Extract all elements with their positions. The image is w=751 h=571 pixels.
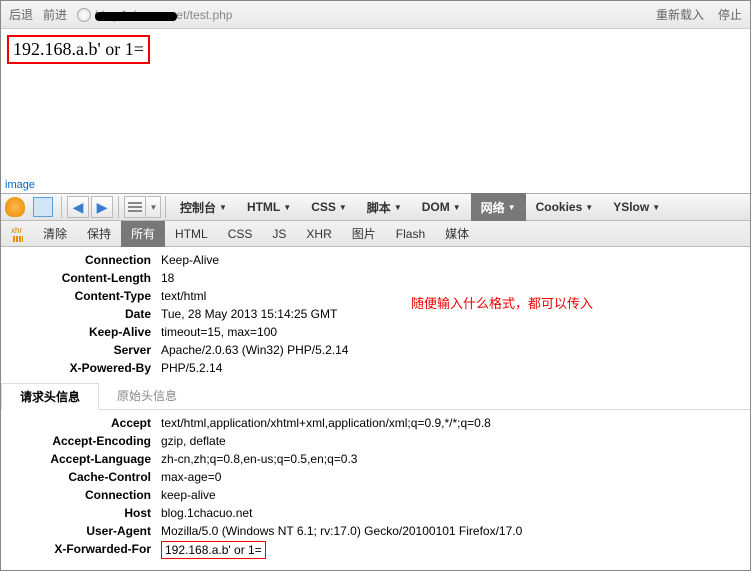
header-name: X-Forwarded-For bbox=[1, 541, 161, 559]
url-bar[interactable]: blog.1chacuo.net/test.php bbox=[77, 8, 232, 22]
inspect-icon[interactable] bbox=[33, 197, 53, 217]
header-row: Keep-Alivetimeout=15, max=100 bbox=[1, 323, 750, 341]
subtab-Flash[interactable]: Flash bbox=[386, 221, 435, 247]
header-name: Date bbox=[1, 306, 161, 322]
subtab-HTML[interactable]: HTML bbox=[165, 221, 218, 247]
header-row: ServerApache/2.0.63 (Win32) PHP/5.2.14 bbox=[1, 341, 750, 359]
tab-CSS[interactable]: CSS▼ bbox=[301, 193, 357, 221]
header-row: Content-Length18 bbox=[1, 269, 750, 287]
header-value: text/html bbox=[161, 288, 206, 304]
nav-prev-button[interactable]: ◀ bbox=[67, 196, 89, 218]
header-row: Accept-Languagezh-cn,zh;q=0.8,en-us;q=0.… bbox=[1, 450, 750, 468]
nav-next-button[interactable]: ▶ bbox=[91, 196, 113, 218]
tab-request-headers[interactable]: 请求头信息 bbox=[1, 383, 99, 410]
globe-icon bbox=[77, 8, 91, 22]
header-section-tabs: 请求头信息 原始头信息 bbox=[1, 383, 750, 410]
header-row: X-Forwarded-For192.168.a.b' or 1= bbox=[1, 540, 750, 560]
subtab-清除[interactable]: 清除 bbox=[33, 221, 77, 247]
injected-output: 192.168.a.b' or 1= bbox=[7, 35, 150, 64]
firebug-icon[interactable] bbox=[5, 197, 25, 217]
list-dropdown[interactable]: ▼ bbox=[147, 196, 161, 218]
tab-网络[interactable]: 网络▼ bbox=[471, 193, 526, 221]
tab-控制台[interactable]: 控制台▼ bbox=[170, 193, 237, 221]
tab-DOM[interactable]: DOM▼ bbox=[412, 193, 471, 221]
header-value: 18 bbox=[161, 270, 174, 286]
tab-HTML[interactable]: HTML▼ bbox=[237, 193, 301, 221]
header-name: Connection bbox=[1, 487, 161, 503]
tab-Cookies[interactable]: Cookies▼ bbox=[526, 193, 604, 221]
subtab-JS[interactable]: JS bbox=[262, 221, 296, 247]
header-row: Connectionkeep-alive bbox=[1, 486, 750, 504]
header-value: blog.1chacuo.net bbox=[161, 505, 252, 521]
subtab-保持[interactable]: 保持 bbox=[77, 221, 121, 247]
header-row: Hostblog.1chacuo.net bbox=[1, 504, 750, 522]
header-name: Keep-Alive bbox=[1, 324, 161, 340]
header-name: Connection bbox=[1, 252, 161, 268]
header-name: Server bbox=[1, 342, 161, 358]
header-value: Mozilla/5.0 (Windows NT 6.1; rv:17.0) Ge… bbox=[161, 523, 522, 539]
header-value: Apache/2.0.63 (Win32) PHP/5.2.14 bbox=[161, 342, 348, 358]
xhr-icon bbox=[11, 226, 27, 242]
header-value: max-age=0 bbox=[161, 469, 221, 485]
stop-button[interactable]: 停止 bbox=[718, 6, 742, 23]
header-name: Host bbox=[1, 505, 161, 521]
response-headers: ConnectionKeep-AliveContent-Length18Cont… bbox=[1, 247, 750, 560]
page-content: 192.168.a.b' or 1= bbox=[1, 29, 750, 179]
header-name: Accept bbox=[1, 415, 161, 431]
header-row: Cache-Controlmax-age=0 bbox=[1, 468, 750, 486]
tab-raw-headers[interactable]: 原始头信息 bbox=[99, 383, 195, 409]
header-name: Cache-Control bbox=[1, 469, 161, 485]
header-value: Keep-Alive bbox=[161, 252, 219, 268]
header-value: Tue, 28 May 2013 15:14:25 GMT bbox=[161, 306, 337, 322]
header-name: X-Powered-By bbox=[1, 360, 161, 376]
header-value: gzip, deflate bbox=[161, 433, 226, 449]
reload-button[interactable]: 重新载入 bbox=[656, 6, 704, 23]
subtab-媒体[interactable]: 媒体 bbox=[435, 221, 479, 247]
firebug-toolbar: ◀ ▶ ▼ 控制台▼HTML▼CSS▼脚本▼DOM▼网络▼Cookies▼YSl… bbox=[1, 193, 750, 221]
header-row: ConnectionKeep-Alive bbox=[1, 251, 750, 269]
subtab-所有[interactable]: 所有 bbox=[121, 221, 165, 247]
header-value: keep-alive bbox=[161, 487, 216, 503]
header-value: text/html,application/xhtml+xml,applicat… bbox=[161, 415, 491, 431]
forward-button[interactable]: 前进 bbox=[43, 6, 67, 23]
list-toggle-button[interactable] bbox=[124, 196, 146, 218]
header-row: DateTue, 28 May 2013 15:14:25 GMT bbox=[1, 305, 750, 323]
back-button[interactable]: 后退 bbox=[9, 6, 33, 23]
subtab-图片[interactable]: 图片 bbox=[342, 221, 386, 247]
annotation-text: 随便输入什么格式，都可以传入 bbox=[411, 293, 593, 312]
xff-highlighted-value: 192.168.a.b' or 1= bbox=[161, 541, 266, 559]
header-name: Content-Length bbox=[1, 270, 161, 286]
header-name: Content-Type bbox=[1, 288, 161, 304]
tab-脚本[interactable]: 脚本▼ bbox=[357, 193, 412, 221]
header-value: zh-cn,zh;q=0.8,en-us;q=0.5,en;q=0.3 bbox=[161, 451, 357, 467]
subtab-CSS[interactable]: CSS bbox=[218, 221, 263, 247]
header-value: 192.168.a.b' or 1= bbox=[161, 541, 266, 559]
firebug-subtoolbar: 清除保持所有HTMLCSSJSXHR图片Flash媒体 bbox=[1, 221, 750, 247]
image-alt-link[interactable]: image bbox=[1, 179, 750, 193]
header-row: Content-Typetext/html bbox=[1, 287, 750, 305]
browser-toolbar: 后退 前进 blog.1chacuo.net/test.php 重新载入 停止 bbox=[1, 1, 750, 29]
header-row: Accepttext/html,application/xhtml+xml,ap… bbox=[1, 414, 750, 432]
url-text: blog.1chacuo.net/test.php bbox=[95, 8, 232, 22]
header-value: PHP/5.2.14 bbox=[161, 360, 222, 376]
header-row: User-AgentMozilla/5.0 (Windows NT 6.1; r… bbox=[1, 522, 750, 540]
subtab-XHR[interactable]: XHR bbox=[296, 221, 341, 247]
header-value: timeout=15, max=100 bbox=[161, 324, 277, 340]
header-row: Accept-Encodinggzip, deflate bbox=[1, 432, 750, 450]
header-row: X-Powered-ByPHP/5.2.14 bbox=[1, 359, 750, 377]
header-name: User-Agent bbox=[1, 523, 161, 539]
header-name: Accept-Language bbox=[1, 451, 161, 467]
tab-YSlow[interactable]: YSlow▼ bbox=[603, 193, 670, 221]
redaction-mark bbox=[95, 12, 177, 21]
header-name: Accept-Encoding bbox=[1, 433, 161, 449]
